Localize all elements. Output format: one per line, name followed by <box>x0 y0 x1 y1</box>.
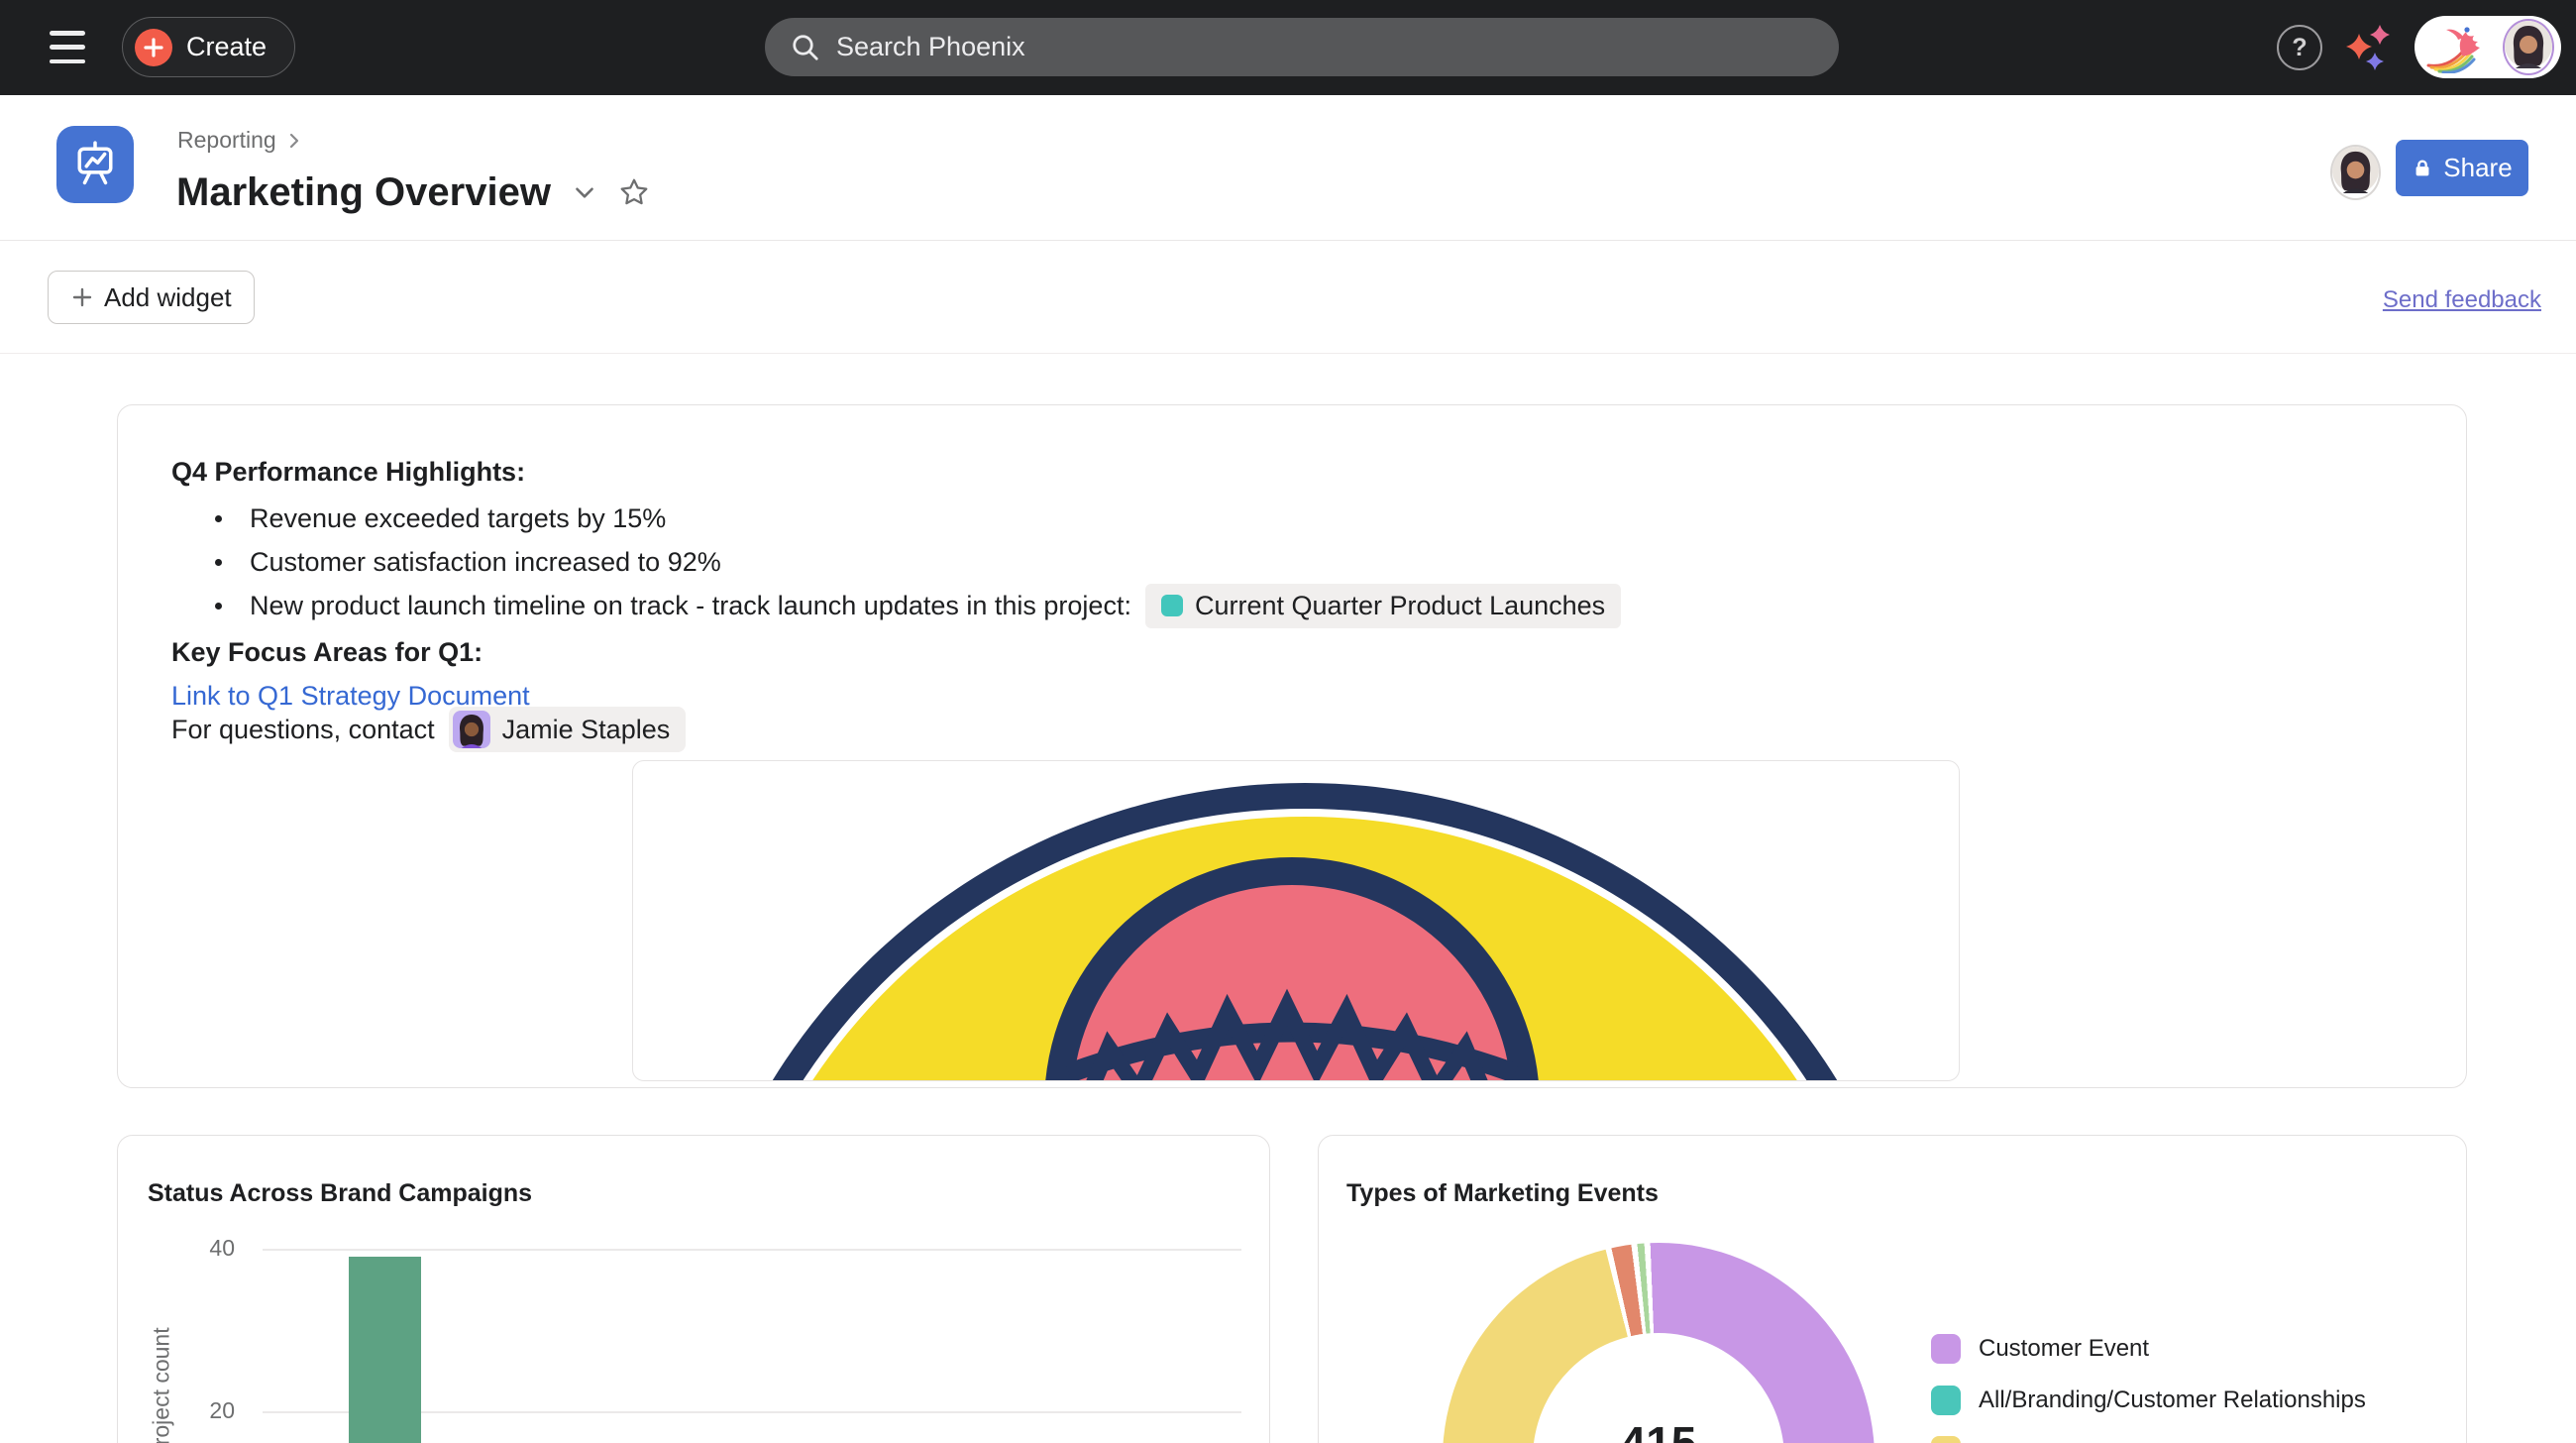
project-chip-link[interactable]: Current Quarter Product Launches <box>1145 584 1621 628</box>
help-question-label: ? <box>2292 34 2307 62</box>
contact-row: For questions, contact Jamie Staples <box>171 707 686 752</box>
campaign-bar-plot <box>263 1136 1241 1443</box>
y-tick-20: 20 <box>158 1397 235 1424</box>
plus-icon <box>70 285 94 309</box>
bullet-text: Revenue exceeded targets by 15% <box>250 503 666 534</box>
legend-swatch <box>1931 1436 1961 1443</box>
chart-title: Types of Marketing Events <box>1346 1179 1659 1208</box>
legend-label: Customer Event <box>1979 1335 2149 1363</box>
phoenix-logo-icon <box>2422 22 2498 73</box>
chevron-right-icon <box>284 131 304 151</box>
legend-swatch <box>1931 1386 1961 1415</box>
search-icon <box>791 33 820 62</box>
legend-swatch <box>1931 1334 1961 1364</box>
list-item: Customer satisfaction increased to 92% <box>203 539 721 585</box>
bar-chart-card: Status Across Brand Campaigns Project co… <box>117 1135 1270 1443</box>
create-button[interactable]: Create <box>122 17 295 77</box>
plus-circle-icon <box>135 29 172 66</box>
project-color-swatch <box>1161 595 1183 616</box>
legend-item: All/Branding/Customer Relationships <box>1931 1386 2366 1415</box>
dashboard-icon[interactable] <box>56 126 134 203</box>
contact-avatar <box>453 711 490 748</box>
app-root: Create Search Phoenix ? <box>0 0 2576 1443</box>
legend-label: All/Branding/Customer Relationships <box>1979 1387 2366 1414</box>
note-heading: Q4 Performance Highlights: <box>171 449 525 495</box>
share-button-label: Share <box>2443 153 2512 183</box>
hamburger-menu-icon[interactable] <box>50 31 85 63</box>
member-avatar[interactable] <box>2330 145 2381 200</box>
search-input[interactable]: Search Phoenix <box>765 18 1839 76</box>
help-button[interactable]: ? <box>2277 25 2322 70</box>
chevron-down-icon[interactable] <box>571 178 598 206</box>
bullet-text: New product launch timeline on track - t… <box>250 591 1131 621</box>
top-bar: Create Search Phoenix ? <box>0 0 2576 95</box>
person-mention-chip[interactable]: Jamie Staples <box>449 707 687 752</box>
y-tick-40: 40 <box>158 1235 235 1262</box>
share-button[interactable]: Share <box>2396 140 2528 196</box>
page-title[interactable]: Marketing Overview <box>176 166 551 218</box>
contact-prefix-text: For questions, contact <box>171 715 435 745</box>
page-header: Reporting Marketing Overview Share <box>0 95 2576 241</box>
legend-item: Customer Event <box>1931 1334 2149 1364</box>
star-favorite-icon[interactable] <box>618 176 650 208</box>
legend-item <box>1931 1436 1979 1443</box>
bullet-icon <box>215 559 222 566</box>
add-widget-button[interactable]: Add widget <box>48 271 255 324</box>
user-avatar[interactable] <box>2503 19 2554 75</box>
circle-illustration <box>633 761 1960 1081</box>
note-widget-card: Q4 Performance Highlights: Revenue excee… <box>117 404 2467 1088</box>
bullet-icon <box>215 603 222 610</box>
lock-icon <box>2412 158 2433 179</box>
breadcrumb: Reporting <box>177 127 304 154</box>
create-button-label: Create <box>186 32 267 62</box>
bullet-text: Customer satisfaction increased to 92% <box>250 547 721 578</box>
bar <box>349 1257 421 1443</box>
donut-total-value: 415 <box>1443 1416 1875 1443</box>
list-item: Revenue exceeded targets by 15% <box>203 496 666 541</box>
dashboard-toolbar: Add widget Send feedback <box>0 241 2576 354</box>
search-placeholder-text: Search Phoenix <box>836 32 1025 62</box>
breadcrumb-reporting-link[interactable]: Reporting <box>177 127 276 154</box>
project-chip-label: Current Quarter Product Launches <box>1195 591 1605 621</box>
bullet-icon <box>215 515 222 522</box>
donut-chart: 415 <box>1443 1243 1875 1443</box>
contact-name: Jamie Staples <box>502 715 671 745</box>
embedded-image[interactable] <box>632 760 1960 1081</box>
list-item: New product launch timeline on track - t… <box>203 583 1621 628</box>
send-feedback-link[interactable]: Send feedback <box>2383 286 2541 314</box>
title-row: Marketing Overview <box>176 166 650 218</box>
add-widget-label: Add widget <box>104 282 232 313</box>
note-subheading: Key Focus Areas for Q1: <box>171 629 483 675</box>
ai-sparkles-icon[interactable] <box>2342 20 2398 75</box>
donut-chart-card: Types of Marketing Events 415 Customer E… <box>1318 1135 2467 1443</box>
account-pill[interactable] <box>2415 16 2561 78</box>
